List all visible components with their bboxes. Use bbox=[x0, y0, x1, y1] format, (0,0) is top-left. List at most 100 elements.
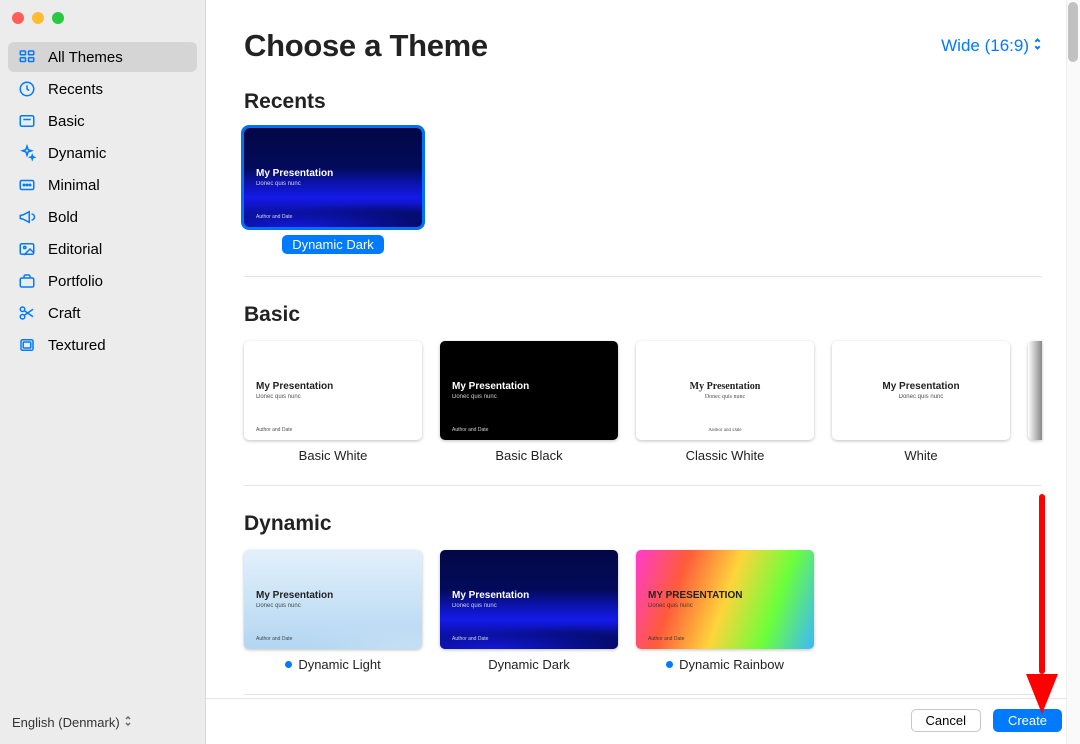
create-button[interactable]: Create bbox=[993, 709, 1062, 732]
scrollbar-thumb[interactable] bbox=[1068, 2, 1078, 62]
language-select[interactable]: English (Denmark) bbox=[0, 705, 205, 744]
main-scroll-area[interactable]: Choose a Theme Wide (16:9) Recents My Pr… bbox=[206, 0, 1080, 698]
thumb-subtitle: Donec quis nunc bbox=[636, 394, 814, 400]
frame-icon bbox=[16, 336, 38, 354]
briefcase-icon bbox=[16, 272, 38, 290]
theme-tile-basic-black[interactable]: My Presentation Donec quis nunc Author a… bbox=[440, 341, 618, 463]
theme-tile-white[interactable]: My Presentation Donec quis nunc White bbox=[832, 341, 1010, 463]
theme-row: My Presentation Donec quis nunc Author a… bbox=[244, 550, 1042, 672]
thumb-subtitle: Donec quis nunc bbox=[899, 394, 944, 400]
thumb-title: My Presentation bbox=[256, 168, 422, 179]
theme-row: My Presentation Donec quis nunc Author a… bbox=[244, 341, 1042, 463]
theme-thumbnail: My Presentation Donec quis nunc Author a… bbox=[244, 128, 422, 227]
cancel-button[interactable]: Cancel bbox=[911, 709, 981, 732]
thumb-title: My Presentation bbox=[452, 381, 618, 392]
sidebar-item-textured[interactable]: Textured bbox=[8, 330, 197, 360]
download-dot-icon bbox=[285, 661, 292, 668]
thumb-title: My Presentation bbox=[452, 590, 618, 601]
thumb-subtitle: Donec quis nunc bbox=[256, 603, 422, 609]
page-title: Choose a Theme bbox=[244, 28, 488, 64]
sidebar-item-label: All Themes bbox=[48, 49, 123, 66]
sidebar-item-all-themes[interactable]: All Themes bbox=[8, 42, 197, 72]
sidebar-item-label: Minimal bbox=[48, 177, 100, 194]
sidebar-item-label: Editorial bbox=[48, 241, 102, 258]
sidebar-item-minimal[interactable]: Minimal bbox=[8, 170, 197, 200]
sidebar-item-craft[interactable]: Craft bbox=[8, 298, 197, 328]
thumb-subtitle: Donec quis nunc bbox=[256, 394, 422, 400]
theme-tile-partial[interactable] bbox=[1028, 341, 1042, 440]
sidebar-item-dynamic[interactable]: Dynamic bbox=[8, 138, 197, 168]
thumb-title: My Presentation bbox=[256, 590, 422, 601]
theme-tile-dynamic-dark[interactable]: My Presentation Donec quis nunc Author a… bbox=[440, 550, 618, 672]
theme-label: Classic White bbox=[686, 448, 765, 463]
sidebar-item-label: Bold bbox=[48, 209, 78, 226]
theme-thumbnail: My Presentation Donec quis nunc Author a… bbox=[244, 550, 422, 649]
theme-tile-dynamic-dark[interactable]: My Presentation Donec quis nunc Author a… bbox=[244, 128, 422, 254]
sidebar-item-label: Dynamic bbox=[48, 145, 106, 162]
theme-row: My Presentation Donec quis nunc Author a… bbox=[244, 128, 1042, 254]
section-recents: Recents My Presentation Donec quis nunc … bbox=[244, 90, 1042, 277]
thumb-author: Author and Date bbox=[256, 427, 292, 433]
thumb-author: Author and Date bbox=[452, 636, 488, 642]
updown-icon bbox=[1033, 36, 1042, 56]
minimize-window-button[interactable] bbox=[32, 12, 44, 24]
sidebar-item-label: Recents bbox=[48, 81, 103, 98]
sidebar: All Themes Recents Basic Dynamic Minimal… bbox=[0, 0, 206, 744]
theme-tile-dynamic-rainbow[interactable]: MY PRESENTATION Donec quis nunc Author a… bbox=[636, 550, 814, 672]
sidebar-item-portfolio[interactable]: Portfolio bbox=[8, 266, 197, 296]
clock-icon bbox=[16, 80, 38, 98]
theme-label: Basic White bbox=[299, 448, 368, 463]
zoom-window-button[interactable] bbox=[52, 12, 64, 24]
aspect-ratio-label: Wide (16:9) bbox=[941, 36, 1029, 56]
vertical-scrollbar[interactable] bbox=[1066, 0, 1080, 744]
thumb-subtitle: Donec quis nunc bbox=[452, 394, 618, 400]
grid-icon bbox=[16, 48, 38, 66]
section-basic: Basic My Presentation Donec quis nunc Au… bbox=[244, 303, 1042, 486]
sidebar-item-recents[interactable]: Recents bbox=[8, 74, 197, 104]
sidebar-item-label: Basic bbox=[48, 113, 85, 130]
theme-thumbnail: My Presentation Donec quis nunc Author a… bbox=[440, 550, 618, 649]
section-title: Recents bbox=[244, 90, 1042, 114]
thumb-author: Author and Date bbox=[256, 214, 292, 220]
language-label: English (Denmark) bbox=[12, 715, 120, 730]
thumb-title: MY PRESENTATION bbox=[648, 590, 814, 601]
image-icon bbox=[16, 240, 38, 258]
thumb-author: Author and Date bbox=[256, 636, 292, 642]
theme-tile-classic-white[interactable]: My Presentation Donec quis nunc Author a… bbox=[636, 341, 814, 463]
theme-tile-basic-white[interactable]: My Presentation Donec quis nunc Author a… bbox=[244, 341, 422, 463]
theme-thumbnail: My Presentation Donec quis nunc Author a… bbox=[244, 341, 422, 440]
window-controls bbox=[0, 0, 205, 24]
thumb-title: My Presentation bbox=[690, 381, 761, 392]
sidebar-item-basic[interactable]: Basic bbox=[8, 106, 197, 136]
section-title: Dynamic bbox=[244, 512, 1042, 536]
scissors-icon bbox=[16, 304, 38, 322]
theme-thumbnail: My Presentation Donec quis nunc Author a… bbox=[636, 341, 814, 440]
section-title: Basic bbox=[244, 303, 1042, 327]
main-panel: Choose a Theme Wide (16:9) Recents My Pr… bbox=[206, 0, 1080, 744]
section-dynamic: Dynamic My Presentation Donec quis nunc … bbox=[244, 512, 1042, 695]
theme-thumbnail: MY PRESENTATION Donec quis nunc Author a… bbox=[636, 550, 814, 649]
updown-icon bbox=[124, 715, 132, 730]
slide-icon bbox=[16, 112, 38, 130]
thumb-subtitle: Donec quis nunc bbox=[256, 181, 422, 187]
thumb-author: Author and Date bbox=[452, 427, 488, 433]
footer-bar: Cancel Create bbox=[206, 698, 1080, 744]
theme-thumbnail: My Presentation Donec quis nunc bbox=[832, 341, 1010, 440]
thumb-title: My Presentation bbox=[256, 381, 422, 392]
thumb-subtitle: Donec quis nunc bbox=[452, 603, 618, 609]
sidebar-item-label: Portfolio bbox=[48, 273, 103, 290]
sidebar-list: All Themes Recents Basic Dynamic Minimal… bbox=[0, 24, 205, 705]
thumb-title: My Presentation bbox=[882, 381, 959, 392]
theme-label: White bbox=[904, 448, 937, 463]
sidebar-item-editorial[interactable]: Editorial bbox=[8, 234, 197, 264]
close-window-button[interactable] bbox=[12, 12, 24, 24]
thumb-author: Author and Date bbox=[636, 428, 814, 433]
sidebar-item-bold[interactable]: Bold bbox=[8, 202, 197, 232]
theme-label: Dynamic Light bbox=[285, 657, 380, 672]
thumb-subtitle: Donec quis nunc bbox=[648, 603, 814, 609]
theme-tile-dynamic-light[interactable]: My Presentation Donec quis nunc Author a… bbox=[244, 550, 422, 672]
dots-icon bbox=[16, 176, 38, 194]
sidebar-item-label: Textured bbox=[48, 337, 106, 354]
theme-chooser-window: All Themes Recents Basic Dynamic Minimal… bbox=[0, 0, 1080, 744]
aspect-ratio-select[interactable]: Wide (16:9) bbox=[941, 36, 1042, 56]
